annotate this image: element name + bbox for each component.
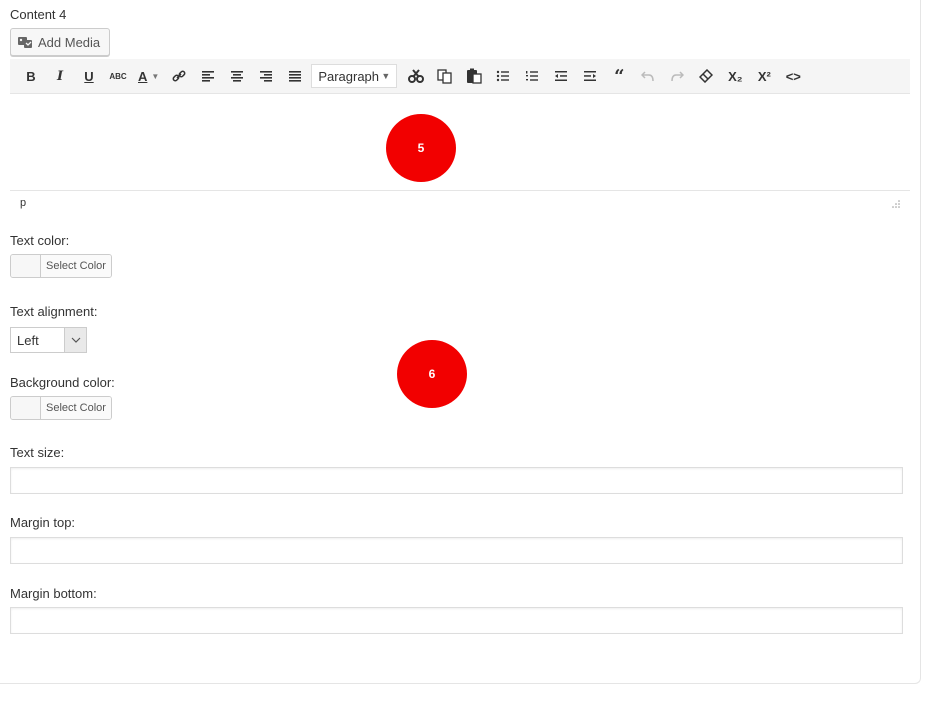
format-select-value: Paragraph [318,68,380,84]
margin-bottom-label: Margin bottom: [10,586,97,601]
clear-formatting-icon[interactable] [693,63,719,89]
text-color-label: Text color: [10,233,70,248]
resize-handle-icon[interactable] [890,198,900,208]
strikethrough-button[interactable]: ABC [105,63,131,89]
bold-button[interactable]: B [18,63,44,89]
blockquote-icon[interactable]: “ [606,63,632,89]
background-color-label: Background color: [10,375,115,390]
text-alignment-label: Text alignment: [10,304,98,319]
bullet-list-icon[interactable] [490,63,516,89]
margin-top-label: Margin top: [10,515,76,530]
outdent-icon[interactable] [548,63,574,89]
text-alignment-select[interactable]: Left [10,327,87,353]
format-select[interactable]: Paragraph ▼ [311,64,398,88]
text-alignment-value: Left [17,332,39,348]
undo-icon[interactable] [635,63,661,89]
text-size-input[interactable] [10,467,903,494]
media-icon [17,34,33,50]
marker-6: 6 [397,340,467,408]
add-media-label: Add Media [38,34,101,50]
underline-button[interactable]: U [76,63,102,89]
chevron-down-icon: ▼ [381,71,391,81]
margin-top-input[interactable] [10,537,903,564]
element-path[interactable]: p [20,197,26,209]
chevron-down-icon: ▼ [151,71,160,81]
align-left-icon[interactable] [195,63,221,89]
italic-button[interactable]: I [47,63,73,89]
editor-toolbar: B I U ABC A ▼ Paragraph ▼ “ X₂ X² <> [10,59,910,94]
background-color-picker[interactable]: Select Color [10,396,112,420]
redo-icon[interactable] [664,63,690,89]
chevron-down-icon [64,328,86,352]
text-color-picker[interactable]: Select Color [10,254,112,278]
align-center-icon[interactable] [224,63,250,89]
cut-icon[interactable] [403,63,429,89]
editor-status-bar: p [10,192,910,214]
color-swatch [11,255,41,277]
paste-icon[interactable] [461,63,487,89]
link-icon[interactable] [166,63,192,89]
color-swatch [11,397,41,419]
margin-bottom-input[interactable] [10,607,903,634]
select-color-label: Select Color [41,255,111,277]
code-button[interactable]: <> [780,63,806,89]
text-color-button[interactable]: A ▼ [134,63,163,89]
text-size-label: Text size: [10,445,65,460]
editor-content-area[interactable] [10,94,910,191]
superscript-button[interactable]: X² [751,63,777,89]
align-right-icon[interactable] [253,63,279,89]
numbered-list-icon[interactable] [519,63,545,89]
subscript-button[interactable]: X₂ [722,63,748,89]
copy-icon[interactable] [432,63,458,89]
content-label: Content 4 [10,7,67,22]
select-color-label: Select Color [41,397,111,419]
indent-icon[interactable] [577,63,603,89]
text-color-letter: A [138,68,148,84]
add-media-button[interactable]: Add Media [10,28,110,56]
marker-5: 5 [386,114,456,182]
align-justify-icon[interactable] [282,63,308,89]
